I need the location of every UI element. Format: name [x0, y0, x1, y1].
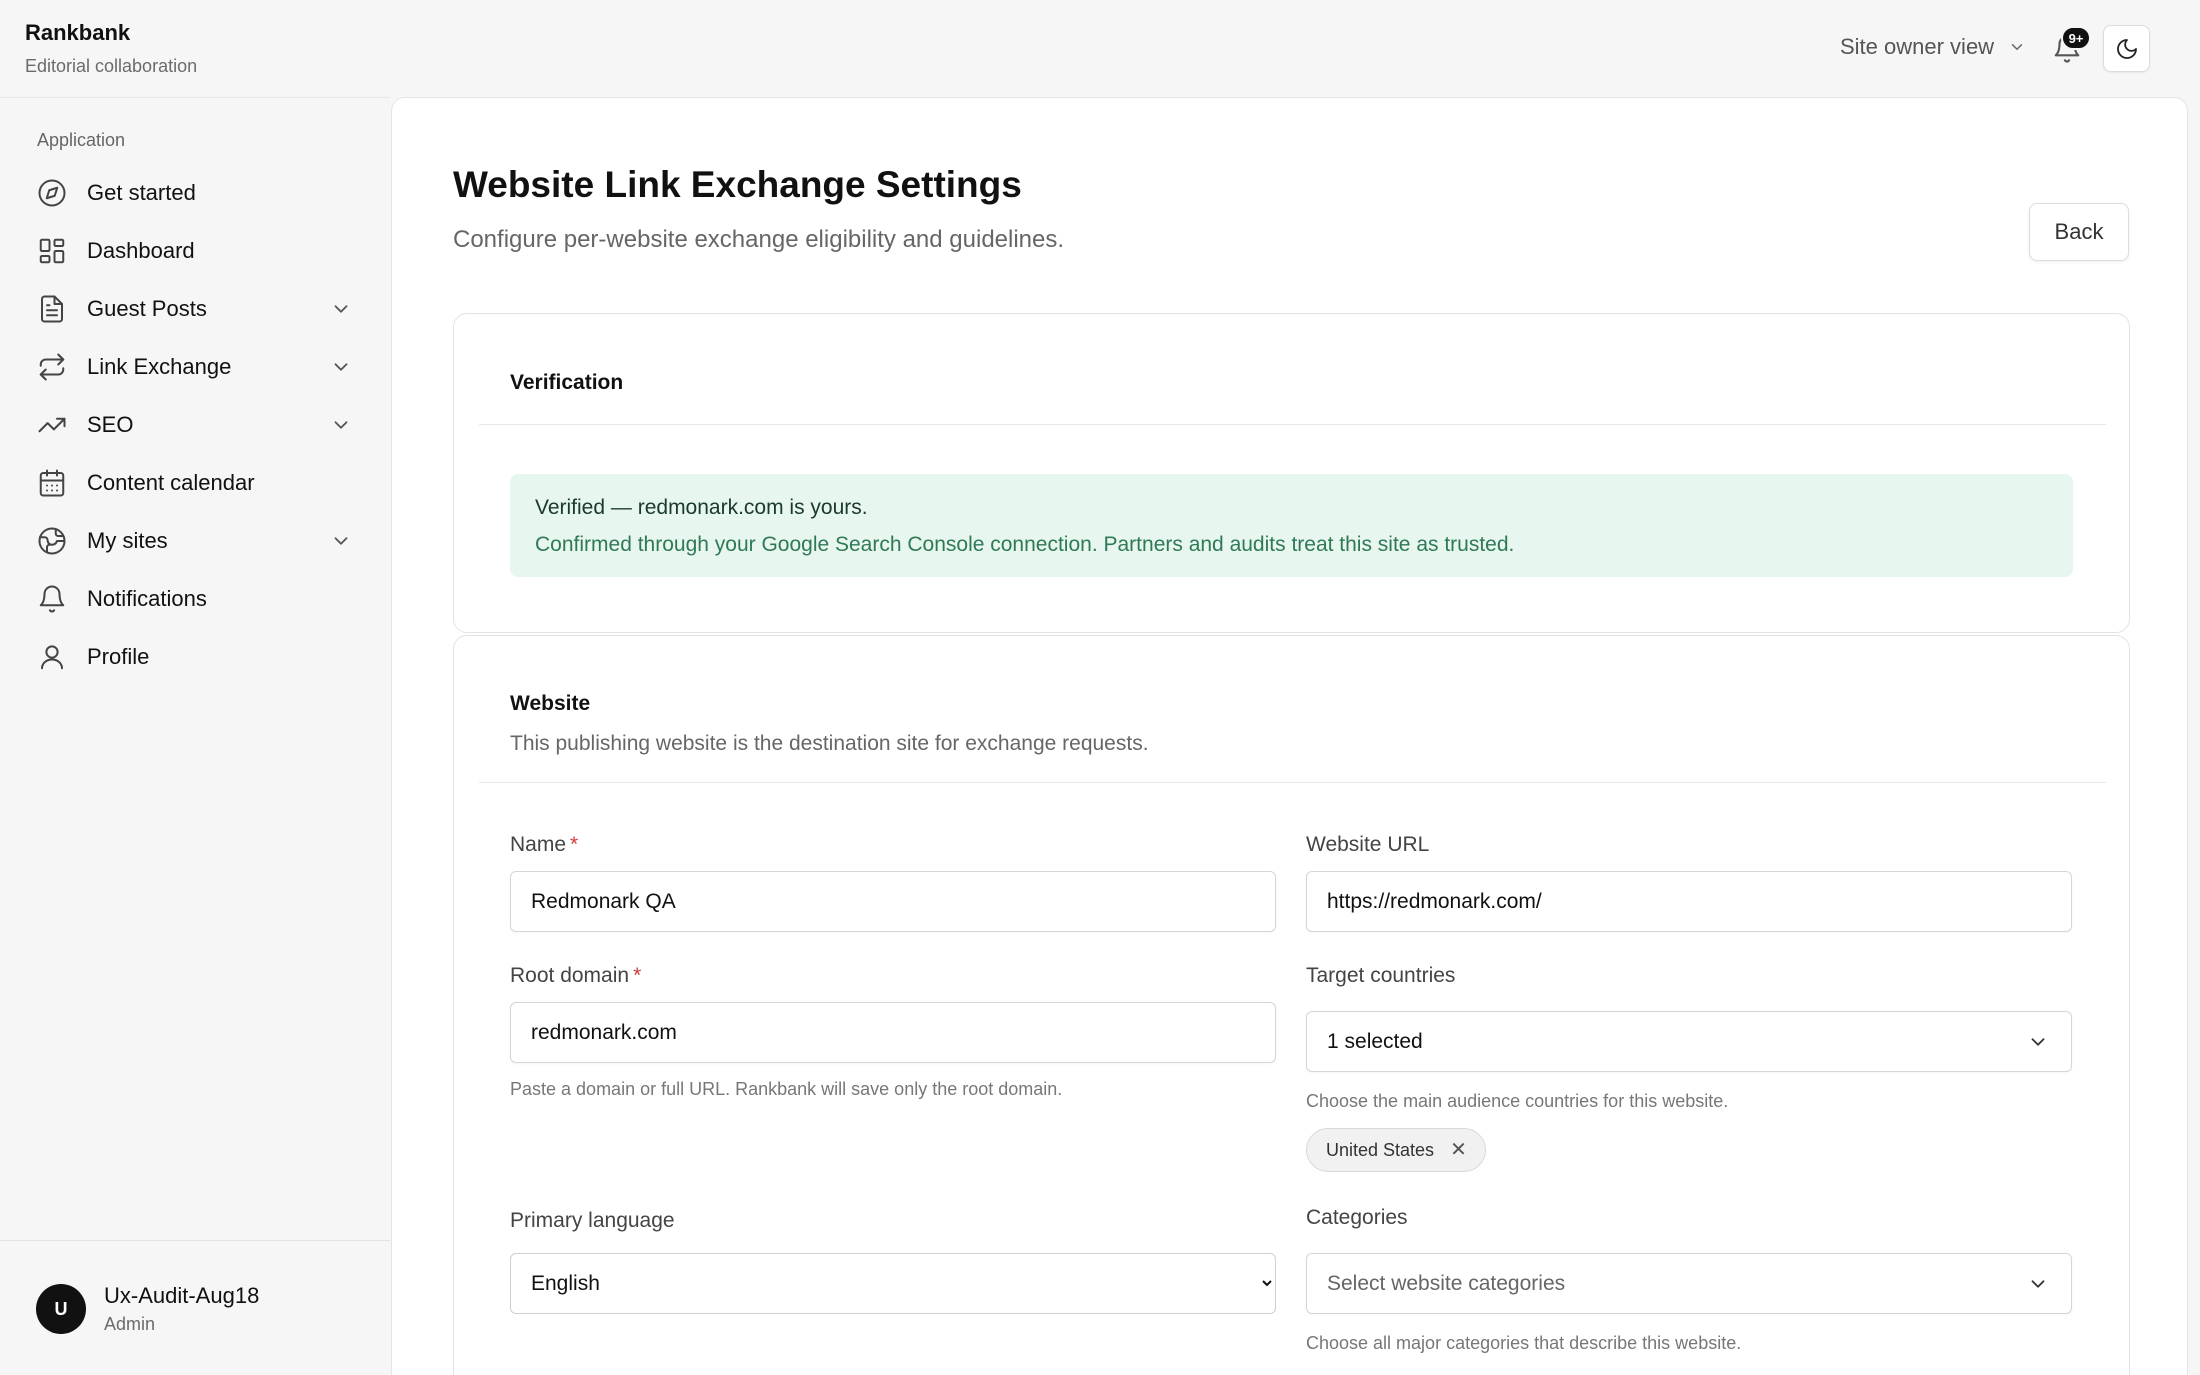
sidebar-item-seo[interactable]: SEO	[0, 396, 390, 454]
theme-toggle-button[interactable]	[2103, 25, 2150, 72]
sidebar: Application Get started Dashboard Guest …	[0, 97, 390, 1375]
main-panel: Website Link Exchange Settings Configure…	[391, 97, 2188, 1375]
back-button[interactable]: Back	[2029, 203, 2129, 261]
view-switcher-label: Site owner view	[1840, 34, 1995, 59]
sidebar-item-label: Dashboard	[87, 238, 195, 263]
sidebar-nav: Get started Dashboard Guest Posts Link E…	[0, 164, 390, 686]
sidebar-item-label: Notifications	[87, 586, 207, 611]
sidebar-item-label: Get started	[87, 180, 196, 205]
website-url-label: Website URL	[1306, 833, 1430, 856]
root-domain-help: Paste a domain or full URL. Rankbank wil…	[510, 1079, 1063, 1099]
sidebar-user-panel[interactable]: U Ux-Audit-Aug18 Admin	[0, 1240, 390, 1375]
top-bar: Rankbank Editorial collaboration Site ow…	[0, 0, 2200, 97]
notifications-badge: 9+	[2061, 26, 2091, 50]
view-switcher[interactable]: Site owner view	[1840, 34, 2026, 60]
required-mark: *	[633, 964, 642, 987]
chevron-down-icon[interactable]	[330, 530, 352, 552]
name-label-text: Name	[510, 833, 567, 856]
sidebar-item-content-calendar[interactable]: Content calendar	[0, 454, 390, 512]
sidebar-item-label: Content calendar	[87, 470, 255, 495]
globe-icon	[37, 526, 67, 556]
user-icon	[37, 642, 67, 672]
root-domain-label: Root domain *	[510, 964, 641, 988]
page-subtitle: Configure per-website exchange eligibili…	[453, 226, 1065, 253]
compass-icon	[37, 178, 67, 208]
categories-label: Categories	[1306, 1206, 1408, 1229]
sidebar-item-label: My sites	[87, 528, 168, 553]
target-countries-value: 1 selected	[1327, 1029, 1423, 1053]
categories-select[interactable]: Select website categories	[1306, 1253, 2072, 1314]
document-icon	[37, 294, 67, 324]
exchange-arrows-icon	[37, 352, 67, 382]
verified-status-box: Verified — redmonark.com is yours. Confi…	[510, 474, 2073, 577]
website-url-input[interactable]	[1306, 871, 2072, 932]
name-input[interactable]	[510, 871, 1276, 932]
bell-icon	[37, 584, 67, 614]
sidebar-item-label: SEO	[87, 412, 134, 437]
remove-chip-icon[interactable]: ✕	[1450, 1140, 1467, 1160]
sidebar-item-guest-posts[interactable]: Guest Posts	[0, 280, 390, 338]
verified-message: Confirmed through your Google Search Con…	[535, 533, 1515, 556]
target-countries-select[interactable]: 1 selected	[1306, 1011, 2072, 1072]
categories-help: Choose all major categories that describ…	[1306, 1333, 1742, 1353]
primary-language-select[interactable]: English	[510, 1253, 1276, 1314]
primary-language-label: Primary language	[510, 1209, 675, 1232]
brand-name: Rankbank	[25, 20, 131, 45]
user-role: Admin	[104, 1314, 156, 1334]
target-countries-label: Target countries	[1306, 964, 1456, 987]
target-countries-help: Choose the main audience countries for t…	[1306, 1091, 1729, 1111]
root-domain-input[interactable]	[510, 1002, 1276, 1063]
country-chip-label: United States	[1326, 1139, 1435, 1160]
moon-icon	[2115, 37, 2139, 61]
sidebar-item-link-exchange[interactable]: Link Exchange	[0, 338, 390, 396]
sidebar-item-my-sites[interactable]: My sites	[0, 512, 390, 570]
dashboard-grid-icon	[37, 236, 67, 266]
sidebar-item-label: Link Exchange	[87, 354, 232, 379]
sidebar-item-notifications[interactable]: Notifications	[0, 570, 390, 628]
sidebar-section-label: Application	[37, 130, 126, 150]
sidebar-item-label: Guest Posts	[87, 296, 207, 321]
verification-card: Verification Verified — redmonark.com is…	[453, 313, 2130, 633]
chevron-down-icon[interactable]	[330, 298, 352, 320]
chevron-down-icon	[2027, 1273, 2049, 1295]
trending-up-icon	[37, 410, 67, 440]
verification-title: Verification	[510, 371, 624, 394]
required-mark: *	[570, 833, 579, 856]
verified-status-text: Verified — redmonark.com is yours.	[535, 496, 868, 519]
page-title: Website Link Exchange Settings	[453, 164, 1022, 205]
user-name: Ux-Audit-Aug18	[104, 1283, 260, 1308]
sidebar-item-profile[interactable]: Profile	[0, 628, 390, 686]
brand[interactable]: Rankbank Editorial collaboration	[25, 20, 197, 77]
avatar: U	[36, 1284, 86, 1334]
sidebar-item-label: Profile	[87, 644, 150, 669]
categories-placeholder: Select website categories	[1327, 1271, 1566, 1295]
chevron-down-icon	[2027, 1031, 2049, 1053]
sidebar-item-get-started[interactable]: Get started	[0, 164, 390, 222]
card-divider	[479, 424, 2106, 425]
chevron-down-icon[interactable]	[330, 356, 352, 378]
sidebar-item-dashboard[interactable]: Dashboard	[0, 222, 390, 280]
chevron-down-icon	[2008, 38, 2026, 56]
card-divider	[479, 782, 2106, 783]
website-section-description: This publishing website is the destinati…	[510, 732, 1149, 755]
calendar-icon	[37, 468, 67, 498]
website-card: Website This publishing website is the d…	[453, 635, 2130, 1375]
country-chip: United States ✕	[1306, 1128, 1486, 1172]
website-section-title: Website	[510, 692, 591, 715]
chevron-down-icon[interactable]	[330, 414, 352, 436]
name-label: Name *	[510, 833, 578, 857]
brand-subtitle: Editorial collaboration	[25, 56, 198, 76]
root-domain-label-text: Root domain	[510, 964, 630, 987]
